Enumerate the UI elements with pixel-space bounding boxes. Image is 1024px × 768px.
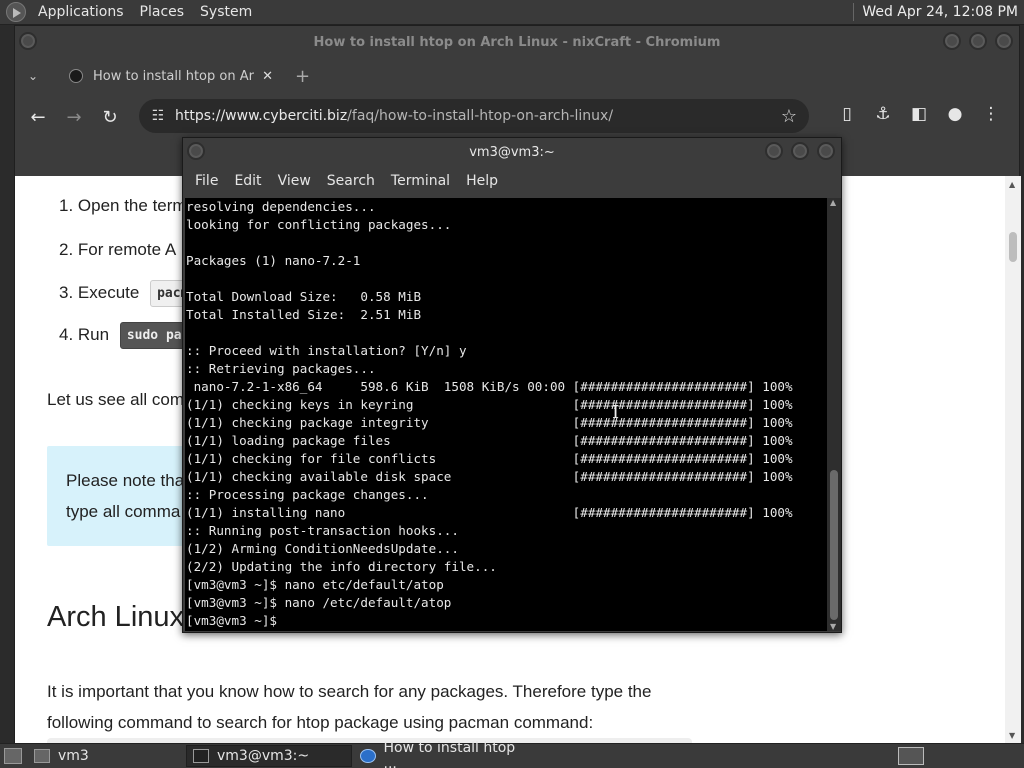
- note-line-1: Please note tha: [66, 471, 185, 490]
- forward-icon[interactable]: →: [56, 107, 92, 128]
- section-heading: Arch Linux: [47, 601, 185, 633]
- terminal-menu-view[interactable]: View: [270, 173, 319, 189]
- url-host: https://www.cyberciti.biz: [175, 108, 348, 124]
- maximize-icon[interactable]: [969, 32, 987, 50]
- show-desktop-icon[interactable]: [4, 748, 22, 764]
- paragraph-line-1: It is important that you know how to sea…: [47, 682, 652, 701]
- terminal-scroll-thumb[interactable]: [830, 470, 838, 620]
- extensions-icon[interactable]: ▯: [829, 104, 865, 124]
- scroll-up-icon[interactable]: ▲: [1009, 180, 1015, 189]
- step-4-code: sudo pa: [119, 322, 189, 349]
- terminal-scrollbar[interactable]: ▲ ▼: [827, 198, 841, 631]
- address-bar[interactable]: ☷ https://www.cyberciti.biz/faq/how-to-i…: [139, 99, 809, 133]
- terminal-minimize-icon[interactable]: [765, 142, 783, 160]
- workspace-switcher[interactable]: [898, 747, 924, 765]
- bookmark-star-icon[interactable]: ☆: [769, 106, 809, 127]
- side-panel-icon[interactable]: ◧: [901, 104, 937, 124]
- new-tab-icon[interactable]: +: [295, 66, 310, 87]
- chromium-icon: [360, 749, 376, 763]
- tab-close-icon[interactable]: ✕: [262, 69, 273, 84]
- back-icon[interactable]: ←: [20, 107, 56, 128]
- step-4: 4. Run sudo pa: [59, 322, 189, 349]
- terminal-menu-file[interactable]: File: [187, 173, 226, 189]
- labs-flask-icon[interactable]: ⚓: [865, 104, 901, 124]
- minimize-icon[interactable]: [943, 32, 961, 50]
- text-cursor-icon: I: [612, 402, 620, 423]
- step-1-text: 1. Open the term: [59, 196, 187, 215]
- close-icon[interactable]: [995, 32, 1013, 50]
- scroll-down-icon[interactable]: ▼: [1009, 731, 1015, 740]
- terminal-menu-terminal[interactable]: Terminal: [383, 173, 458, 189]
- window-menu-icon[interactable]: [19, 32, 37, 50]
- terminal-icon: [193, 749, 209, 763]
- taskbar-item-terminal[interactable]: vm3@vm3:~: [186, 745, 352, 767]
- nixcraft-favicon-icon: [69, 69, 83, 83]
- taskbar-item-browser-label: How to install htop ...: [383, 740, 516, 768]
- terminal-menubar: File Edit View Search Terminal Help: [183, 166, 841, 196]
- taskbar-item-files-label: vm3: [58, 748, 89, 764]
- profile-avatar-icon[interactable]: ●: [937, 104, 973, 124]
- url-path: /faq/how-to-install-htop-on-arch-linux/: [347, 108, 614, 124]
- distro-logo-icon[interactable]: [6, 2, 26, 22]
- step-3-text: 3. Execute: [59, 282, 140, 302]
- terminal-menu-help[interactable]: Help: [458, 173, 506, 189]
- paragraph-line-2: following command to search for htop pac…: [47, 713, 594, 732]
- terminal-menu-search[interactable]: Search: [319, 173, 383, 189]
- page-scroll-thumb[interactable]: [1009, 232, 1017, 262]
- applications-menu[interactable]: Applications: [30, 4, 132, 20]
- terminal-output[interactable]: resolving dependencies... looking for co…: [185, 198, 827, 630]
- terminal-maximize-icon[interactable]: [791, 142, 809, 160]
- top-panel: Applications Places System Wed Apr 24, 1…: [0, 0, 1024, 25]
- terminal-titlebar[interactable]: vm3@vm3:~: [183, 138, 841, 166]
- places-menu[interactable]: Places: [132, 4, 193, 20]
- bottom-panel: vm3 vm3@vm3:~ How to install htop ...: [0, 740, 1024, 768]
- terminal-menu-edit[interactable]: Edit: [226, 173, 269, 189]
- panel-separator: [853, 3, 855, 21]
- toolbar-actions: ▯ ⚓ ◧ ● ⋮: [829, 104, 1009, 124]
- terminal-close-icon[interactable]: [817, 142, 835, 160]
- reload-icon[interactable]: ↻: [92, 107, 128, 128]
- menu-kebab-icon[interactable]: ⋮: [973, 104, 1009, 124]
- terminal-scroll-down-icon[interactable]: ▼: [830, 622, 836, 631]
- terminal-title: vm3@vm3:~: [469, 144, 555, 160]
- tab-title: How to install htop on Arch L: [93, 68, 254, 84]
- step-4-text: 4. Run: [59, 324, 110, 344]
- tab-search-chevron-icon[interactable]: ⌄: [15, 69, 51, 83]
- step-3: 3. Execute pacm: [59, 280, 196, 307]
- terminal-window-menu-icon[interactable]: [187, 142, 205, 160]
- intro-text: Let us see all com: [47, 390, 185, 409]
- system-menu[interactable]: System: [192, 4, 260, 20]
- terminal-window: vm3@vm3:~ File Edit View Search Terminal…: [182, 137, 842, 633]
- page-scrollbar[interactable]: ▲ ▼: [1005, 176, 1021, 743]
- home-folder-icon: [34, 749, 50, 763]
- browser-titlebar[interactable]: How to install htop on Arch Linux - nixC…: [15, 26, 1019, 58]
- url-text[interactable]: https://www.cyberciti.biz/faq/how-to-ins…: [173, 108, 769, 124]
- browser-window-title: How to install htop on Arch Linux - nixC…: [313, 34, 721, 50]
- taskbar-item-browser[interactable]: How to install htop ...: [354, 740, 534, 768]
- tab-active[interactable]: How to install htop on Arch L ✕: [61, 61, 281, 91]
- tab-strip: ⌄ How to install htop on Arch L ✕ +: [15, 58, 1019, 94]
- note-line-2: type all comma: [66, 502, 181, 521]
- site-info-icon[interactable]: ☷: [143, 108, 173, 124]
- browser-toolbar: ← → ↻ ☷ https://www.cyberciti.biz/faq/ho…: [15, 94, 1019, 140]
- terminal-output-area[interactable]: resolving dependencies... looking for co…: [185, 198, 827, 631]
- taskbar-item-files[interactable]: vm3: [28, 745, 184, 767]
- step-2-text: 2. For remote A: [59, 240, 177, 259]
- clock[interactable]: Wed Apr 24, 12:08 PM: [862, 4, 1024, 20]
- terminal-scroll-up-icon[interactable]: ▲: [830, 198, 836, 207]
- taskbar-item-terminal-label: vm3@vm3:~: [217, 748, 310, 764]
